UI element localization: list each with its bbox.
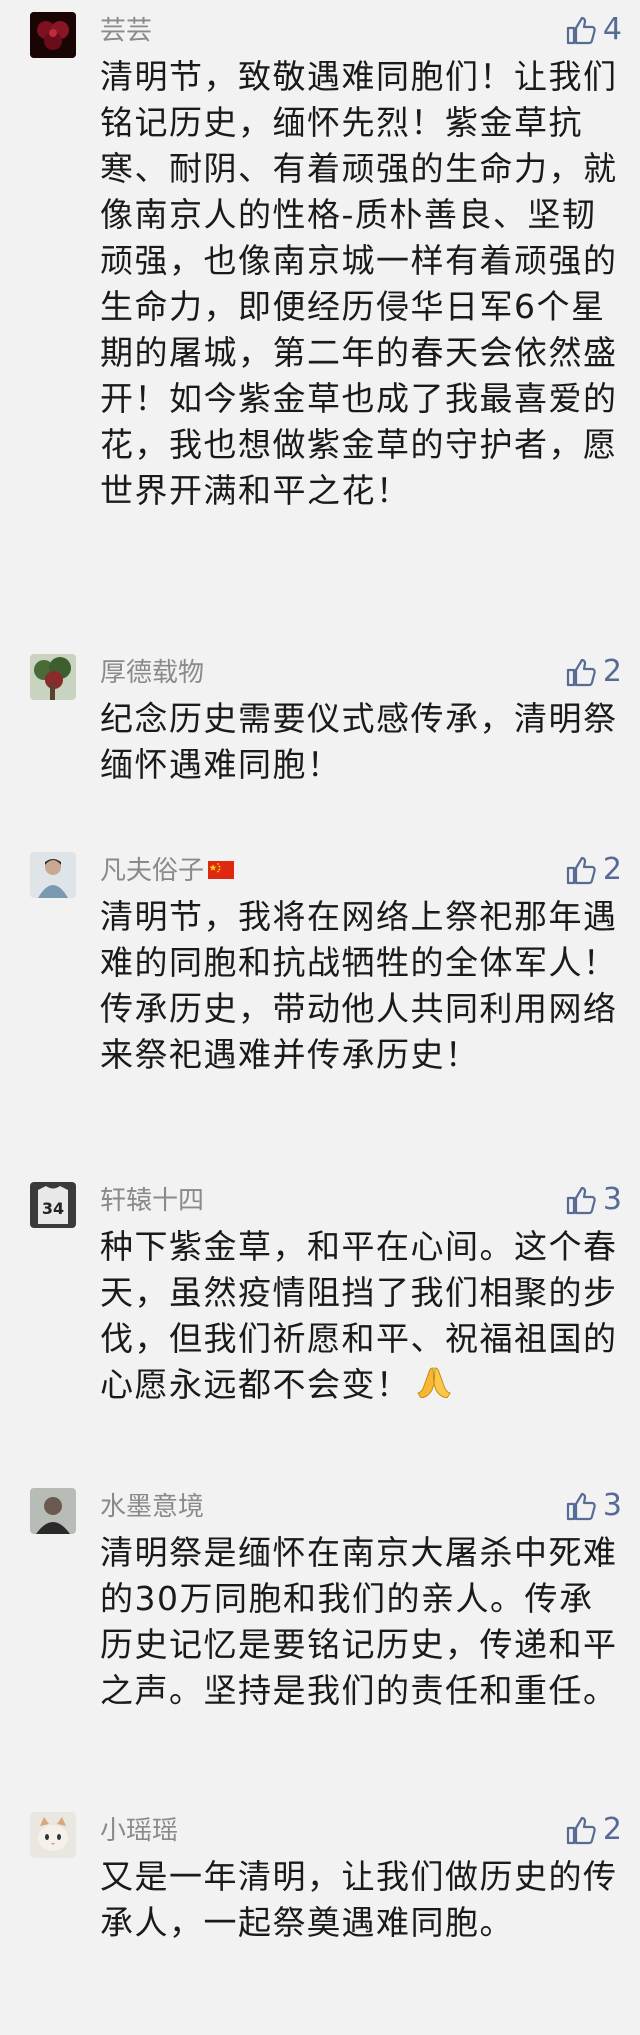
name-row: 小瑶瑶 2 [100,1808,622,1854]
user-name[interactable]: 水墨意境 [100,1490,204,1524]
thumbs-up-icon [566,1492,596,1521]
like-button[interactable]: 3 [565,1182,622,1218]
comment-text: 种下紫金草，和平在心间。这个春天，虽然疫情阻挡了我们相聚的步伐，但我们祈愿和平、… [100,1227,618,1404]
cat-avatar-icon [30,1812,76,1858]
comment-text: 清明祭是缅怀在南京大屠杀中死难的30万同胞和我们的亲人。传承历史记忆是要铭记历史… [100,1533,618,1710]
name-row: 凡夫俗子 2 [100,848,622,894]
comment-item: 34 轩辕十四 3 种下紫金草，和平在心间。这个春天，虽然疫情阻挡了我们相聚的步… [0,1178,640,1410]
comment-item: 厚德载物 2 纪念历史需要仪式感传承，清明祭缅怀遇难同胞！ [0,650,640,788]
avatar[interactable] [30,1812,76,1858]
comment-item: 小瑶瑶 2 又是一年清明，让我们做历史的传承人，一起祭奠遇难同胞。 [0,1808,640,1946]
user-name[interactable]: 芸芸 [100,14,152,48]
thumbs-up-icon [566,16,596,45]
person-avatar-icon [30,852,76,898]
tree-avatar-icon [30,654,76,700]
name-row: 水墨意境 3 [100,1484,622,1530]
like-count: 2 [602,1812,622,1847]
portrait-avatar-icon [30,1488,76,1534]
comment-item: 凡夫俗子 2 清明节，我将在网络上祭祀那年遇难的同胞和抗战牺牲的全体军人！传承历… [0,848,640,1078]
user-name[interactable]: 轩辕十四 [100,1184,204,1218]
comment-text-wrapper: 种下紫金草，和平在心间。这个春天，虽然疫情阻挡了我们相聚的步伐，但我们祈愿和平、… [100,1224,622,1410]
thumbs-up-icon [566,1816,596,1845]
like-count: 4 [602,12,622,47]
like-count: 2 [602,654,622,689]
user-name: 凡夫俗子 [100,856,205,886]
like-count: 3 [602,1182,622,1217]
comment-text: 清明节，致敬遇难同胞们！让我们铭记历史，缅怀先烈！紫金草抗寒、耐阴、有着顽强的生… [100,57,618,510]
comment-text: 又是一年清明，让我们做历史的传承人，一起祭奠遇难同胞。 [100,1857,618,1942]
china-flag-icon [208,860,235,879]
folded-hands-emoji [416,1364,451,1410]
name-row: 芸芸 4 [100,8,622,54]
thumbs-up-icon [566,856,596,885]
like-count: 3 [602,1488,622,1523]
thumbs-up-icon [566,658,596,687]
like-button[interactable]: 3 [565,1488,622,1524]
jersey-avatar-icon: 34 [30,1182,76,1228]
svg-text:34: 34 [42,1199,64,1218]
avatar[interactable]: 34 [30,1182,76,1228]
name-row: 轩辕十四 3 [100,1178,622,1224]
like-count: 2 [602,852,622,887]
avatar[interactable] [30,12,76,58]
like-button[interactable]: 2 [565,654,622,690]
thumbs-up-icon [566,1186,596,1215]
avatar[interactable] [30,852,76,898]
flower-avatar-icon [30,12,76,58]
like-button[interactable]: 2 [565,852,622,888]
comment-item: 水墨意境 3 清明祭是缅怀在南京大屠杀中死难的30万同胞和我们的亲人。传承历史记… [0,1484,640,1714]
user-name[interactable]: 小瑶瑶 [100,1814,178,1848]
avatar[interactable] [30,654,76,700]
name-row: 厚德载物 2 [100,650,622,696]
comment-list: 芸芸 4 清明节，致敬遇难同胞们！让我们铭记历史，缅怀先烈！紫金草抗寒、耐阴、有… [0,0,640,2035]
user-name[interactable]: 厚德载物 [100,656,204,690]
comment-text: 纪念历史需要仪式感传承，清明祭缅怀遇难同胞！ [100,699,618,784]
comment-text: 清明节，我将在网络上祭祀那年遇难的同胞和抗战牺牲的全体军人！传承历史，带动他人共… [100,897,618,1074]
avatar[interactable] [30,1488,76,1534]
like-button[interactable]: 4 [565,12,622,48]
comment-item: 芸芸 4 清明节，致敬遇难同胞们！让我们铭记历史，缅怀先烈！紫金草抗寒、耐阴、有… [0,8,640,514]
like-button[interactable]: 2 [565,1812,622,1848]
user-name-with-flag[interactable]: 凡夫俗子 [100,854,235,888]
